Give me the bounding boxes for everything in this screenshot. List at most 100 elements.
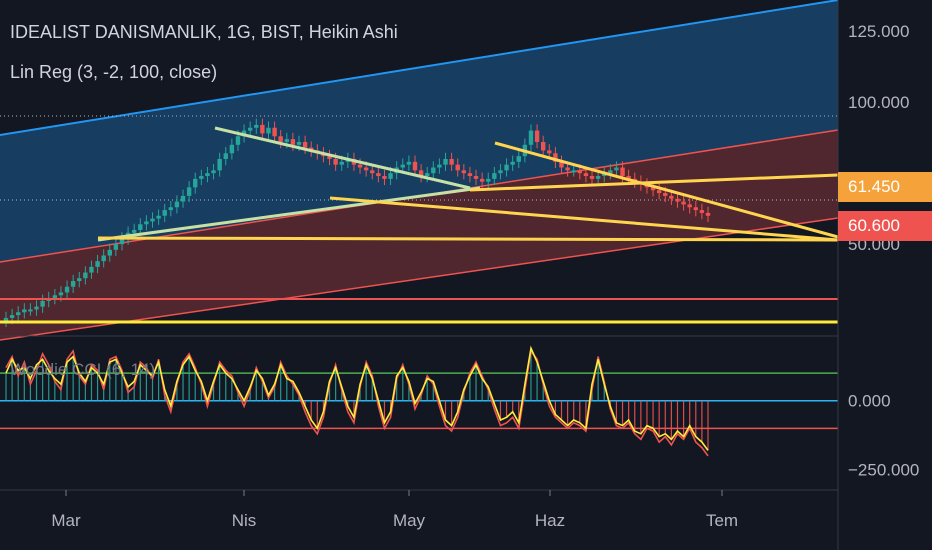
candle-body	[235, 136, 241, 145]
time-tick-label: May	[393, 511, 426, 530]
time-tick-label: Tem	[706, 511, 738, 530]
candle-body	[272, 127, 277, 137]
candle-body	[565, 167, 570, 171]
candle-body	[540, 141, 546, 151]
candle-body	[699, 210, 705, 213]
candle-body	[284, 139, 289, 142]
time-tick-label: Nis	[232, 511, 257, 530]
candle-body	[107, 249, 112, 256]
candle-body	[425, 173, 430, 177]
candle-body	[174, 201, 180, 208]
candle-body	[479, 178, 485, 182]
candle-body	[3, 317, 9, 321]
candle-body	[223, 153, 228, 159]
cci-oscillator	[0, 335, 838, 457]
candle-body	[302, 141, 308, 148]
candle-body	[58, 292, 64, 296]
candle-body	[455, 164, 460, 171]
candle-body	[229, 144, 235, 154]
candle-body	[247, 127, 253, 131]
candle-body	[266, 127, 271, 134]
candle-body	[144, 221, 149, 225]
candle-body	[34, 306, 39, 310]
candle-body	[681, 201, 686, 205]
time-tick-label: Mar	[51, 511, 81, 530]
candle-body	[498, 170, 503, 174]
linear-regression-channel	[0, 0, 839, 341]
candle-body	[357, 164, 363, 168]
candle-body	[290, 139, 296, 145]
candle-body	[9, 315, 15, 318]
candle-body	[254, 124, 259, 128]
candle-body	[663, 193, 668, 196]
candle-body	[22, 309, 27, 313]
price-tick-label: 100.000	[848, 93, 909, 112]
candle-body	[16, 312, 21, 316]
candle-body	[406, 161, 412, 165]
candle-body	[162, 210, 167, 216]
candle-body	[675, 198, 680, 202]
candle-body	[186, 187, 192, 196]
last-price-tag: 60.600	[838, 211, 932, 241]
candle-body	[504, 164, 509, 171]
horizontal-level-support	[97, 236, 839, 242]
candle-body	[583, 173, 589, 177]
sub-indicator-label: Woodie CCI (6, 14)	[10, 360, 156, 379]
cci-tick-label: −250.000	[848, 461, 919, 480]
candle-body	[40, 300, 45, 307]
candle-body	[211, 170, 216, 174]
candle-body	[614, 167, 619, 171]
candle-body	[528, 130, 534, 145]
candle-body	[595, 176, 601, 179]
candle-body	[431, 167, 436, 174]
price-tick-label: 125.000	[848, 22, 909, 41]
candle-body	[534, 130, 540, 142]
candle-body	[437, 164, 442, 168]
candle-body	[547, 150, 552, 154]
candle-body	[461, 170, 467, 174]
candle-body	[363, 167, 369, 171]
candle-body	[687, 204, 692, 208]
candle-body	[168, 207, 174, 211]
candle-body	[510, 161, 515, 165]
candle-body	[131, 229, 137, 233]
lin-reg-price-tag: 61.450	[838, 172, 932, 202]
candle-body	[443, 158, 448, 165]
candle-body	[64, 286, 70, 293]
candle-body	[412, 161, 418, 171]
candle-body	[620, 167, 625, 177]
indicator-label: Lin Reg (3, -2, 100, close)	[10, 62, 218, 82]
candle-body	[376, 173, 381, 177]
symbol-title: IDEALIST DANISMANLIK, 1G, BIST, Heikin A…	[10, 22, 398, 42]
candle-body	[693, 207, 698, 211]
candle-body	[83, 272, 88, 279]
candle-body	[382, 176, 387, 179]
candle-body	[333, 158, 338, 165]
candle-body	[95, 261, 100, 267]
candle-body	[516, 156, 521, 162]
candle-body	[156, 215, 161, 219]
candle-body	[205, 173, 210, 177]
price-axis[interactable]: 50.000100.000125.0000.000−250.000	[837, 0, 932, 550]
candle-body	[400, 164, 405, 168]
candle-body	[180, 195, 186, 202]
candle-body	[101, 255, 106, 262]
candle-body	[577, 170, 583, 174]
candle-body	[150, 218, 155, 222]
candle-body	[28, 309, 33, 312]
cci-tick-label: 0.000	[848, 392, 891, 411]
candle-body	[52, 295, 58, 299]
candle-body	[589, 176, 595, 179]
candle-body	[138, 224, 143, 230]
candle-body	[449, 158, 454, 165]
candle-body	[77, 278, 82, 282]
candle-body	[278, 136, 283, 142]
candle-body	[467, 173, 473, 177]
candle-body	[217, 158, 222, 171]
candle-body	[339, 161, 344, 165]
candle-body	[296, 141, 302, 145]
time-axis[interactable]: Mar Nis May Haz Tem	[0, 489, 838, 530]
candle-body	[70, 281, 76, 287]
candle-body	[705, 212, 711, 216]
candle-body	[260, 124, 265, 134]
